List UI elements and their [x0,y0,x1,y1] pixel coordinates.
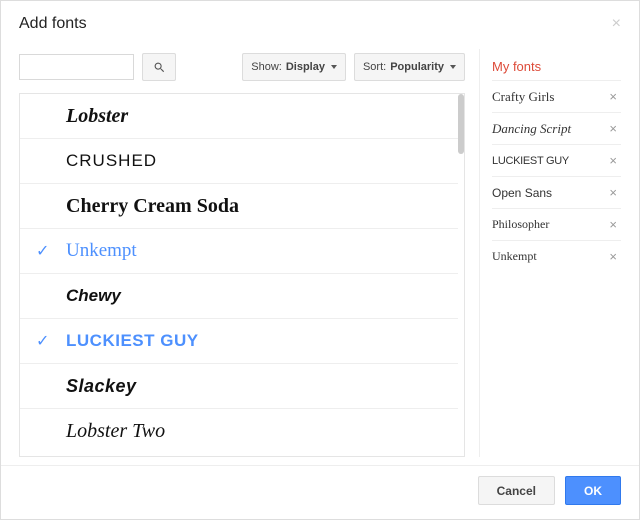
close-icon[interactable]: × [612,15,621,33]
show-dropdown[interactable]: Show: Display [242,53,346,81]
font-row[interactable]: Slackey [20,364,458,409]
font-name: Slackey [66,376,137,397]
my-font-name: Open Sans [492,186,552,200]
font-row[interactable]: Cherry Cream Soda [20,184,458,229]
search-icon [153,61,166,74]
dialog-body: Show: Display Sort: Popularity Lobster Cr… [1,43,639,465]
dialog-footer: Cancel OK [1,465,639,519]
font-name: Luckiest Guy [66,331,199,351]
chevron-down-icon [331,65,337,69]
my-font-row: Dancing Script × [492,112,621,144]
remove-font-icon[interactable]: × [605,249,621,264]
remove-font-icon[interactable]: × [605,185,621,200]
font-list[interactable]: LobsterCrushedCherry Cream Soda✓UnkemptC… [20,94,458,456]
my-font-row: Open Sans × [492,176,621,208]
my-font-name: Unkempt [492,249,537,264]
font-row[interactable]: ✓Luckiest Guy [20,319,458,364]
controls-row: Show: Display Sort: Popularity [19,43,465,93]
font-row[interactable]: Crushed [20,139,458,184]
my-font-row: Luckiest Guy × [492,144,621,176]
font-row[interactable]: Chewy [20,274,458,319]
font-name: Cherry Cream Soda [66,195,239,218]
sort-dropdown[interactable]: Sort: Popularity [354,53,465,81]
dialog-title: Add fonts [19,15,87,33]
my-font-row: Crafty Girls × [492,80,621,112]
ok-button[interactable]: OK [565,476,621,505]
my-font-row: Philosopher × [492,208,621,240]
font-row[interactable]: ✓Unkempt [20,229,458,274]
remove-font-icon[interactable]: × [605,217,621,232]
font-name: Lobster Two [66,420,165,443]
font-name: Crushed [66,151,157,171]
my-font-name: Philosopher [492,217,549,232]
sort-value: Popularity [390,61,444,73]
sort-prefix: Sort: [363,61,386,73]
font-row[interactable]: Lobster Two [20,409,458,454]
search-input[interactable] [19,54,134,80]
cancel-button[interactable]: Cancel [478,476,555,505]
my-fonts-title: My fonts [492,49,621,80]
remove-font-icon[interactable]: × [605,89,621,104]
scrollbar[interactable] [458,94,464,154]
my-fonts-list: Crafty Girls×Dancing Script×Luckiest Guy… [492,80,621,272]
font-list-container: LobsterCrushedCherry Cream Soda✓UnkemptC… [19,93,465,457]
font-name: Unkempt [66,240,137,262]
font-row[interactable]: Lobster [20,94,458,139]
search-button[interactable] [142,53,176,81]
my-font-name: Dancing Script [492,121,571,137]
check-icon: ✓ [36,331,66,351]
add-fonts-dialog: Add fonts × Show: Display Sort: Populari… [0,0,640,520]
left-pane: Show: Display Sort: Popularity Lobster Cr… [19,43,465,457]
my-font-row: Unkempt × [492,240,621,272]
font-name: Lobster [66,105,128,128]
font-name: Chewy [66,286,121,306]
remove-font-icon[interactable]: × [605,121,621,136]
my-fonts-pane: My fonts Crafty Girls×Dancing Script×Luc… [479,49,621,457]
chevron-down-icon [450,65,456,69]
show-value: Display [286,61,325,73]
remove-font-icon[interactable]: × [605,153,621,168]
my-font-name: Luckiest Guy [492,155,569,167]
show-prefix: Show: [251,61,282,73]
check-icon: ✓ [36,241,66,261]
my-font-name: Crafty Girls [492,89,554,105]
dialog-header: Add fonts × [1,1,639,43]
